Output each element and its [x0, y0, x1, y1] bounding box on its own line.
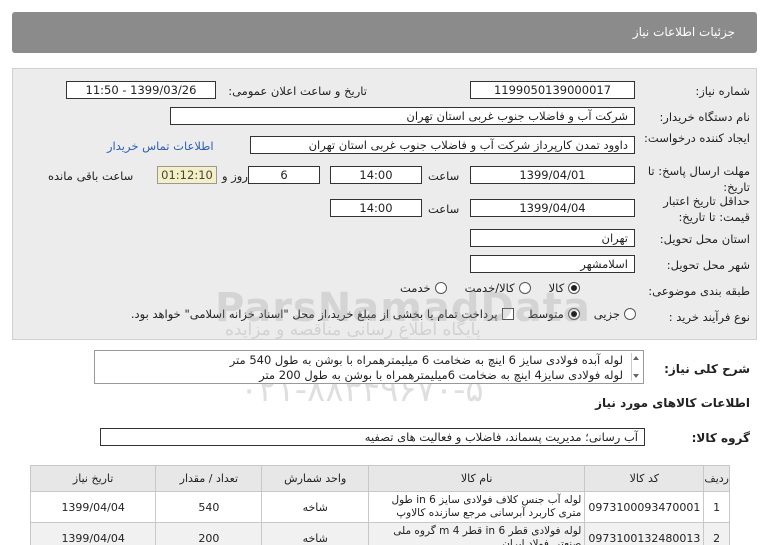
- watermark-tagline: پایگاه اطلاع رسانی مناقصه و مزایده: [225, 320, 481, 340]
- description-line-2: لوله فولادی سایز4 اینچ به ضخامت 6میلیمتر…: [259, 368, 623, 382]
- description-scrollbar[interactable]: [631, 353, 641, 381]
- process-option-partial[interactable]: جزیی: [594, 307, 636, 321]
- buyer-label: نام دستگاه خریدار:: [659, 110, 750, 124]
- description-label: شرح کلی نیاز:: [664, 362, 750, 376]
- table-row[interactable]: 2 0973100132480013 لوله فولادی قطر 6 in …: [29, 522, 730, 545]
- days-label: روز و: [222, 169, 248, 183]
- deadline-time-label: ساعت: [428, 169, 460, 183]
- province-field: تهران: [470, 229, 635, 247]
- col-header-code: کد کالا: [584, 465, 705, 492]
- cell-row-number: 2: [703, 522, 730, 545]
- deadline-time-field: 14:00: [330, 166, 422, 184]
- buyer-field: شرکت آب و فاضلاب جنوب غربی استان تهران: [170, 107, 635, 125]
- table-header-row: ردیف کد کالا نام کالا واحد شمارش تعداد /…: [29, 465, 730, 492]
- process-label: نوع فرآیند خرید :: [668, 310, 750, 324]
- deadline-label: مهلت ارسال پاسخ: تا تاریخ:: [647, 164, 750, 194]
- cell-code: 0973100093470001: [584, 491, 705, 523]
- cell-unit: شاخه: [261, 491, 370, 523]
- remaining-label: ساعت باقی مانده: [48, 169, 134, 183]
- days-field: 6: [248, 166, 320, 184]
- cell-name: لوله فولادی قطر 6 in قطر 4 m گروه ملی صن…: [368, 522, 586, 545]
- goods-group-field: آب رسانی؛ مدیریت پسماند، فاضلاب و فعالیت…: [100, 428, 645, 446]
- validity-time-field: 14:00: [330, 199, 422, 217]
- table-row[interactable]: 1 0973100093470001 لوله آب جنس کلاف فولا…: [29, 491, 730, 523]
- goods-table: ردیف کد کالا نام کالا واحد شمارش تعداد /…: [29, 465, 730, 545]
- description-textarea[interactable]: لوله آبده فولادی سایز 6 اینچ به ضخامت 6 …: [94, 350, 644, 384]
- page-header: جزئیات اطلاعات نیاز: [12, 12, 757, 53]
- goods-section-title: اطلاعات کالاهای مورد نیاز: [595, 396, 750, 410]
- description-line-1: لوله آبده فولادی سایز 6 اینچ به ضخامت 6 …: [229, 353, 623, 367]
- cell-date: 1399/04/04: [29, 491, 157, 523]
- countdown-field: 01:12:10: [157, 166, 217, 184]
- need-number-label: شماره نیاز:: [695, 84, 750, 98]
- cell-row-number: 1: [703, 491, 730, 523]
- cell-name: لوله آب جنس کلاف فولادی سایز 6 in طول مت…: [368, 491, 586, 523]
- col-header-date: تاریخ نیاز: [29, 465, 157, 492]
- buyer-contact-link[interactable]: اطلاعات تماس خریدار: [107, 139, 214, 153]
- cell-quantity: 540: [155, 491, 263, 523]
- announce-label: تاریخ و ساعت اعلان عمومی:: [228, 84, 367, 98]
- category-label: طبقه بندی موضوعی:: [648, 284, 750, 298]
- col-header-name: نام کالا: [368, 465, 586, 492]
- announce-field: 1399/03/26 - 11:50: [66, 81, 216, 99]
- radio-icon[interactable]: [624, 308, 636, 320]
- page-title: جزئیات اطلاعات نیاز: [632, 25, 735, 39]
- creator-label: ایجاد کننده درخواست:: [644, 131, 750, 145]
- province-label: استان محل تحویل:: [659, 232, 750, 246]
- validity-date-field: 1399/04/04: [470, 199, 635, 217]
- deadline-date-field: 1399/04/01: [470, 166, 635, 184]
- goods-group-label: گروه کالا:: [691, 431, 750, 445]
- col-header-quantity: تعداد / مقدار: [155, 465, 263, 492]
- cell-date: 1399/04/04: [29, 522, 157, 545]
- city-label: شهر محل تحویل:: [666, 258, 750, 272]
- cell-code: 0973100132480013: [584, 522, 705, 545]
- need-number-field: 1199050139000017: [470, 81, 635, 99]
- cell-unit: شاخه: [261, 522, 370, 545]
- col-header-row-number: ردیف: [703, 465, 730, 492]
- validity-time-label: ساعت: [428, 202, 460, 216]
- validity-label: حداقل تاریخ اعتبار قیمت: تا تاریخ:: [663, 194, 750, 224]
- col-header-unit: واحد شمارش: [261, 465, 370, 492]
- city-field: اسلامشهر: [470, 255, 635, 273]
- cell-quantity: 200: [155, 522, 263, 545]
- creator-field: داوود تمدن کارپرداز شرکت آب و فاضلاب جنو…: [250, 136, 635, 154]
